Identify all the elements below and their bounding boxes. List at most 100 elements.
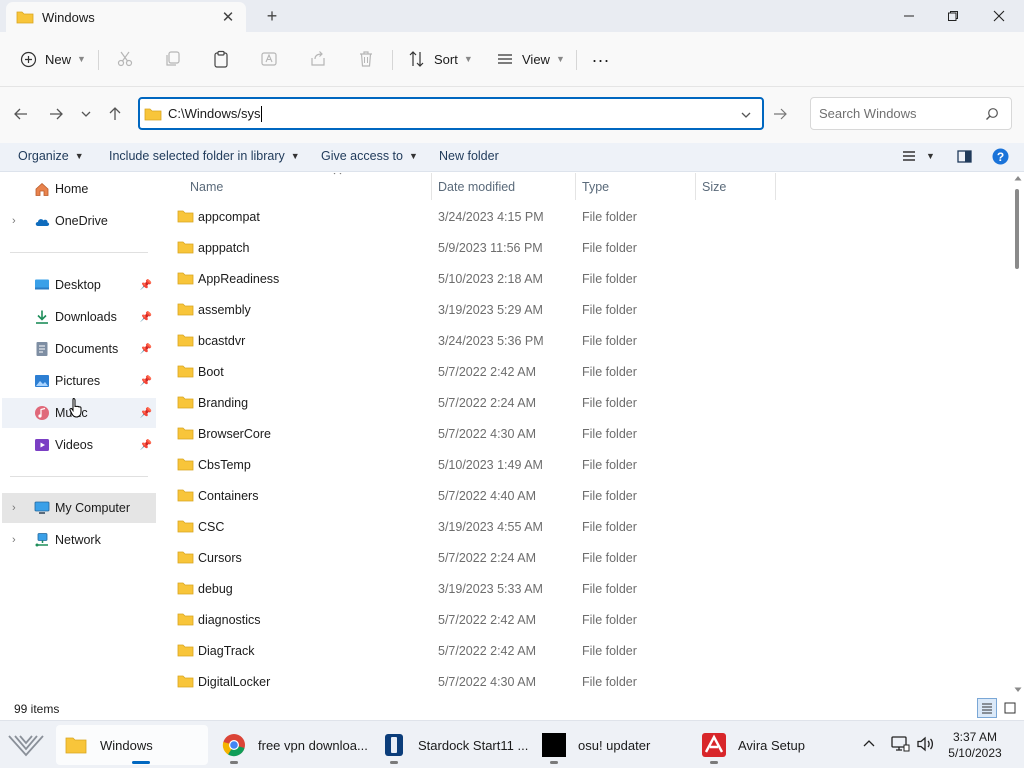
sort-button[interactable]: Sort ▼ (408, 44, 473, 74)
table-row[interactable]: bcastdvr 3/24/2023 5:36 PM File folder (160, 326, 1014, 357)
back-button[interactable] (7, 100, 35, 128)
nav-home[interactable]: Home (2, 174, 156, 204)
up-button[interactable] (101, 100, 129, 128)
new-tab-button[interactable]: + (258, 4, 286, 28)
pin-icon[interactable]: 📌 (140, 280, 152, 291)
tab-windows[interactable]: Windows ✕ (6, 2, 246, 32)
file-name: apppatch (198, 241, 250, 255)
column-divider[interactable] (775, 173, 776, 200)
large-icons-view-button[interactable] (1000, 698, 1020, 718)
new-folder-button[interactable]: New folder (439, 149, 499, 163)
table-row[interactable]: debug 3/19/2023 5:33 AM File folder (160, 574, 1014, 605)
column-divider[interactable] (695, 173, 696, 200)
change-view-button[interactable]: ▼ (902, 150, 935, 162)
search-input[interactable]: Search Windows (819, 106, 985, 121)
table-row[interactable]: Cursors 5/7/2022 2:24 AM File folder (160, 543, 1014, 574)
nav-my-computer[interactable]: › My Computer (2, 493, 156, 523)
copy-button[interactable] (164, 44, 182, 74)
vertical-scrollbar[interactable] (1014, 173, 1024, 698)
close-tab-icon[interactable]: ✕ (214, 5, 242, 29)
view-button[interactable]: View ▼ (496, 44, 565, 74)
include-in-library-menu[interactable]: Include selected folder in library ▼ (109, 149, 300, 163)
taskbar-stardock[interactable]: Stardock Start11 ... (378, 725, 530, 765)
taskbar-osu-updater[interactable]: osu! updater (538, 725, 688, 765)
column-divider[interactable] (431, 173, 432, 200)
nav-videos[interactable]: Videos 📌 (2, 430, 156, 460)
help-button[interactable]: ? (992, 148, 1009, 165)
table-row[interactable]: apppatch 5/9/2023 11:56 PM File folder (160, 233, 1014, 264)
nav-desktop[interactable]: Desktop 📌 (2, 270, 156, 300)
chevron-down-icon: ▼ (290, 151, 300, 161)
file-date: 5/7/2022 2:42 AM (438, 644, 536, 658)
table-row[interactable]: AppReadiness 5/10/2023 2:18 AM File fold… (160, 264, 1014, 295)
table-row[interactable]: Branding 5/7/2022 2:24 AM File folder (160, 388, 1014, 419)
preview-pane-button[interactable] (957, 150, 972, 163)
table-row[interactable]: DigitalLocker 5/7/2022 4:30 AM File fold… (160, 667, 1014, 698)
file-type: File folder (582, 303, 637, 317)
column-header-name[interactable]: Name (190, 173, 430, 200)
go-button[interactable] (766, 98, 794, 129)
file-date: 3/19/2023 5:29 AM (438, 303, 543, 317)
table-row[interactable]: CbsTemp 5/10/2023 1:49 AM File folder (160, 450, 1014, 481)
nav-network[interactable]: › Network (2, 525, 156, 555)
nav-onedrive[interactable]: › OneDrive (2, 206, 156, 236)
document-icon (36, 342, 48, 356)
folder-icon (177, 334, 194, 347)
column-header-date[interactable]: Date modified (438, 173, 574, 200)
file-name: bcastdvr (198, 334, 246, 348)
share-button[interactable] (309, 44, 327, 74)
column-header-type[interactable]: Type (582, 173, 692, 200)
scroll-up-icon[interactable] (1014, 175, 1022, 181)
chevron-right-icon[interactable]: › (12, 502, 16, 514)
scrollbar-thumb[interactable] (1015, 189, 1019, 269)
details-view-button[interactable] (977, 698, 997, 718)
chevron-right-icon[interactable]: › (12, 534, 16, 546)
pin-icon[interactable]: 📌 (140, 408, 152, 419)
table-row[interactable]: Containers 5/7/2022 4:40 AM File folder (160, 481, 1014, 512)
chevron-right-icon[interactable]: › (12, 215, 16, 227)
give-access-menu[interactable]: Give access to ▼ (321, 149, 418, 163)
more-options-button[interactable]: ... (592, 41, 610, 71)
volume-icon[interactable] (916, 735, 936, 753)
cut-button[interactable] (116, 44, 134, 74)
system-clock[interactable]: 3:37 AM 5/10/2023 (935, 729, 1015, 761)
taskbar-explorer[interactable]: Windows (56, 725, 208, 765)
column-divider[interactable] (575, 173, 576, 200)
table-row[interactable]: appcompat 3/24/2023 4:15 PM File folder (160, 202, 1014, 233)
table-row[interactable]: BrowserCore 5/7/2022 4:30 AM File folder (160, 419, 1014, 450)
nav-pictures[interactable]: Pictures 📌 (2, 366, 156, 396)
table-row[interactable]: Boot 5/7/2022 2:42 AM File folder (160, 357, 1014, 388)
forward-button[interactable] (42, 100, 70, 128)
organize-menu[interactable]: Organize ▼ (18, 149, 84, 163)
nav-downloads[interactable]: Downloads 📌 (2, 302, 156, 332)
recent-locations-button[interactable] (72, 100, 100, 128)
search-box[interactable]: Search Windows (810, 97, 1012, 130)
delete-button[interactable] (357, 44, 375, 74)
close-window-button[interactable] (976, 0, 1022, 32)
minimize-button[interactable] (886, 0, 932, 32)
maximize-button[interactable] (930, 0, 976, 32)
scroll-down-icon[interactable] (1014, 687, 1022, 693)
pin-icon[interactable]: 📌 (140, 344, 152, 355)
taskbar-chrome[interactable]: free vpn downloa... (216, 725, 370, 765)
address-input[interactable]: C:\Windows/sys (168, 106, 260, 121)
start-button[interactable] (4, 725, 48, 765)
table-row[interactable]: assembly 3/19/2023 5:29 AM File folder (160, 295, 1014, 326)
pin-icon[interactable]: 📌 (140, 312, 152, 323)
address-bar[interactable]: C:\Windows/sys (138, 97, 764, 130)
nav-documents[interactable]: Documents 📌 (2, 334, 156, 364)
table-row[interactable]: diagnostics 5/7/2022 2:42 AM File folder (160, 605, 1014, 636)
column-header-size[interactable]: Size (702, 173, 772, 200)
new-button[interactable]: New ▼ (20, 44, 86, 74)
table-row[interactable]: CSC 3/19/2023 4:55 AM File folder (160, 512, 1014, 543)
paste-button[interactable] (212, 44, 230, 74)
table-row[interactable]: DiagTrack 5/7/2022 2:42 AM File folder (160, 636, 1014, 667)
taskbar-avira[interactable]: Avira Setup (698, 725, 848, 765)
chevron-down-icon[interactable] (740, 109, 752, 121)
folder-icon (177, 396, 194, 409)
chevron-up-icon[interactable] (862, 738, 876, 748)
network-status-icon[interactable] (890, 735, 910, 753)
pin-icon[interactable]: 📌 (140, 376, 152, 387)
pin-icon[interactable]: 📌 (140, 440, 152, 451)
rename-button[interactable] (260, 44, 278, 74)
